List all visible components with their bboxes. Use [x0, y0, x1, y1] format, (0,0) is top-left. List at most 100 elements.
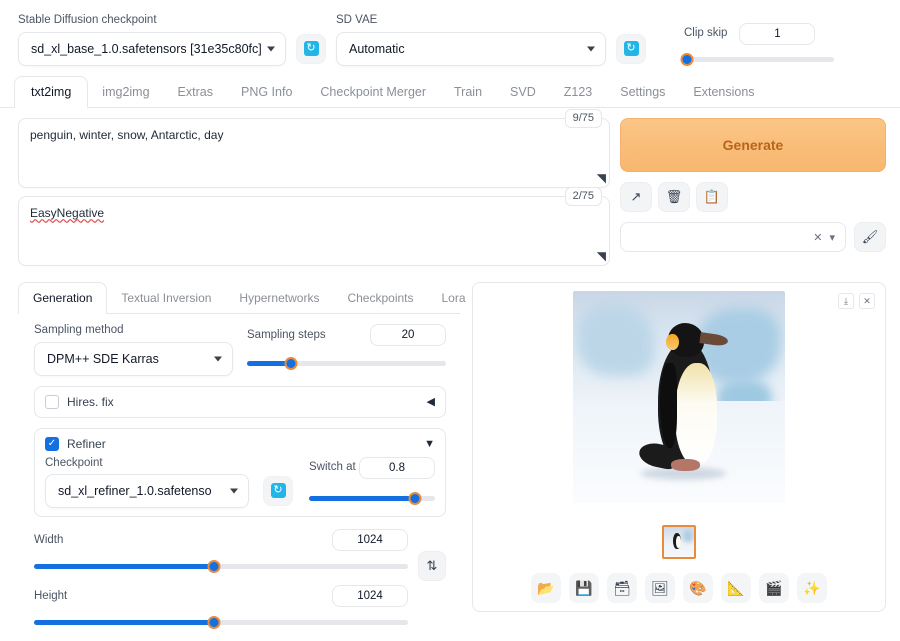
tab-generation[interactable]: Generation	[18, 282, 108, 315]
width-label: Width	[34, 534, 64, 547]
save-icon[interactable]: 💾	[569, 573, 599, 604]
slider-fill	[34, 564, 214, 570]
resize-grip-icon[interactable]: ◥	[597, 171, 606, 185]
iceberg-shape	[577, 303, 654, 376]
refresh-vae-button[interactable]: ↻	[616, 33, 646, 64]
vae-select[interactable]: Automatic	[336, 31, 606, 66]
trash-icon[interactable]: 🗑	[658, 182, 690, 213]
tab-checkpoints[interactable]: Checkpoints	[333, 283, 427, 313]
resize-grip-icon[interactable]: ◥	[597, 249, 606, 263]
refiner-checkpoint-group: Checkpoint sd_xl_refiner_1.0.safetenso	[45, 457, 249, 509]
swap-dimensions-icon[interactable]: ⇅	[418, 551, 446, 582]
generate-button[interactable]: Generate	[620, 118, 886, 173]
tab-svd[interactable]: SVD	[496, 77, 550, 108]
image-stage: ⤓ ✕	[481, 291, 877, 519]
refresh-icon: ↻	[303, 41, 319, 57]
send-to-img2img-icon[interactable]: 🖼	[645, 573, 675, 604]
chevron-down-icon[interactable]: ▾	[829, 231, 835, 244]
settings-tab-bar: Generation Textual Inversion Hypernetwor…	[18, 282, 466, 315]
height-slider[interactable]	[34, 615, 408, 630]
tab-train[interactable]: Train	[440, 77, 496, 108]
tab-extensions[interactable]: Extensions	[679, 77, 768, 108]
sampling-steps-slider[interactable]	[247, 356, 446, 371]
refresh-icon: ↻	[270, 483, 286, 499]
width-value[interactable]: 1024	[332, 529, 408, 552]
refresh-checkpoint-button[interactable]: ↻	[296, 33, 326, 64]
thumbnail-penguin-belly	[676, 536, 681, 549]
sampling-method-group: Sampling method DPM++ SDE Karras	[34, 324, 233, 376]
tab-img2img[interactable]: img2img	[88, 77, 163, 108]
clip-skip-slider[interactable]	[680, 52, 834, 66]
checkpoint-group: Stable Diffusion checkpoint sd_xl_base_1…	[18, 14, 286, 66]
clipboard-icon[interactable]: 📋	[696, 182, 728, 213]
styles-dropdown[interactable]: ✕ ▾	[620, 222, 846, 253]
refiner-checkbox[interactable]: ✓	[45, 436, 59, 451]
negative-prompt-input[interactable]: EasyNegative	[18, 196, 610, 267]
download-icon[interactable]: ⤓	[838, 293, 854, 310]
tab-txt2img[interactable]: txt2img	[14, 75, 89, 109]
main-tab-bar: txt2img img2img Extras PNG Info Checkpoi…	[0, 75, 900, 109]
chevron-down-icon	[230, 488, 238, 494]
slider-thumb[interactable]	[207, 560, 221, 574]
tab-png-info[interactable]: PNG Info	[227, 77, 306, 108]
refresh-refiner-button[interactable]: ↻	[263, 475, 293, 506]
clear-styles-icon[interactable]: ✕	[813, 231, 822, 244]
slider-fill	[309, 495, 415, 501]
close-icon[interactable]: ✕	[859, 293, 875, 310]
slider-thumb[interactable]	[284, 357, 298, 371]
tab-checkpoint-merger[interactable]: Checkpoint Merger	[306, 77, 440, 108]
thumbnail-iceberg	[682, 529, 693, 542]
generated-image[interactable]	[573, 291, 785, 504]
sampling-steps-label: Sampling steps	[247, 328, 326, 341]
hires-fix-accordion[interactable]: Hires. fix ◀	[34, 385, 446, 418]
width-slider[interactable]	[34, 559, 408, 574]
send-to-inpaint-icon[interactable]: 🎨	[683, 573, 713, 604]
paintbrush-icon[interactable]: 🖌	[854, 222, 886, 253]
send-to-extras-icon[interactable]: 📐	[721, 573, 751, 604]
sampling-method-select[interactable]: DPM++ SDE Karras	[34, 341, 233, 376]
tab-extras[interactable]: Extras	[164, 77, 227, 108]
send-to-svd-icon[interactable]: 🎬	[759, 573, 789, 604]
refiner-checkpoint-label: Checkpoint	[45, 456, 103, 469]
chevron-down-icon	[267, 46, 275, 52]
checkpoint-select[interactable]: sd_xl_base_1.0.safetensors [31e35c80fc]	[18, 31, 286, 66]
penguin-wing	[659, 363, 677, 449]
clip-skip-label: Clip skip	[684, 27, 728, 40]
open-folder-icon[interactable]: 📂	[531, 573, 561, 604]
switch-at-group: Switch at 0.8	[309, 456, 435, 505]
tab-z123[interactable]: Z123	[550, 77, 607, 108]
prompt-column: 9/75 penguin, winter, snow, Antarctic, d…	[18, 109, 610, 274]
switch-at-value[interactable]: 0.8	[359, 456, 435, 479]
positive-prompt-input[interactable]: penguin, winter, snow, Antarctic, day	[18, 118, 610, 189]
vae-value: Automatic	[349, 41, 405, 56]
sampling-steps-value[interactable]: 20	[370, 324, 446, 347]
clip-skip-group: Clip skip 1	[680, 22, 834, 66]
clip-skip-value[interactable]: 1	[739, 22, 816, 45]
slider-fill	[34, 620, 214, 626]
hires-fix-checkbox[interactable]	[45, 394, 59, 409]
positive-prompt-wrap: 9/75 penguin, winter, snow, Antarctic, d…	[18, 109, 610, 189]
tab-hypernetworks[interactable]: Hypernetworks	[225, 283, 333, 313]
refiner-checkpoint-value: sd_xl_refiner_1.0.safetenso	[58, 484, 212, 499]
slider-thumb[interactable]	[680, 52, 694, 66]
stable-diffusion-webui: Stable Diffusion checkpoint sd_xl_base_1…	[0, 0, 900, 641]
switch-at-label: Switch at	[309, 461, 356, 474]
refiner-checkpoint-select[interactable]: sd_xl_refiner_1.0.safetenso	[45, 474, 249, 509]
height-label: Height	[34, 590, 68, 603]
tab-textual-inversion[interactable]: Textual Inversion	[107, 283, 225, 313]
send-to-z123-icon[interactable]: ✨	[797, 573, 827, 604]
thumbnail-0[interactable]	[662, 525, 696, 560]
switch-at-slider[interactable]	[309, 491, 435, 505]
slider-thumb[interactable]	[408, 491, 422, 505]
collapse-triangle-icon[interactable]: ◀	[427, 395, 435, 408]
checkpoint-value: sd_xl_base_1.0.safetensors [31e35c80fc]	[31, 41, 262, 56]
height-value[interactable]: 1024	[332, 585, 408, 608]
save-zip-icon[interactable]: 🗃	[607, 573, 637, 604]
checkpoint-label: Stable Diffusion checkpoint	[18, 14, 157, 26]
expand-triangle-icon[interactable]: ▼	[424, 438, 435, 450]
slider-thumb[interactable]	[207, 616, 221, 630]
tab-settings[interactable]: Settings	[606, 77, 679, 108]
interrupt-arrow-icon[interactable]: ↗	[620, 182, 652, 213]
styles-row: ✕ ▾ 🖌	[620, 222, 886, 253]
workspace: Generation Textual Inversion Hypernetwor…	[0, 274, 900, 641]
